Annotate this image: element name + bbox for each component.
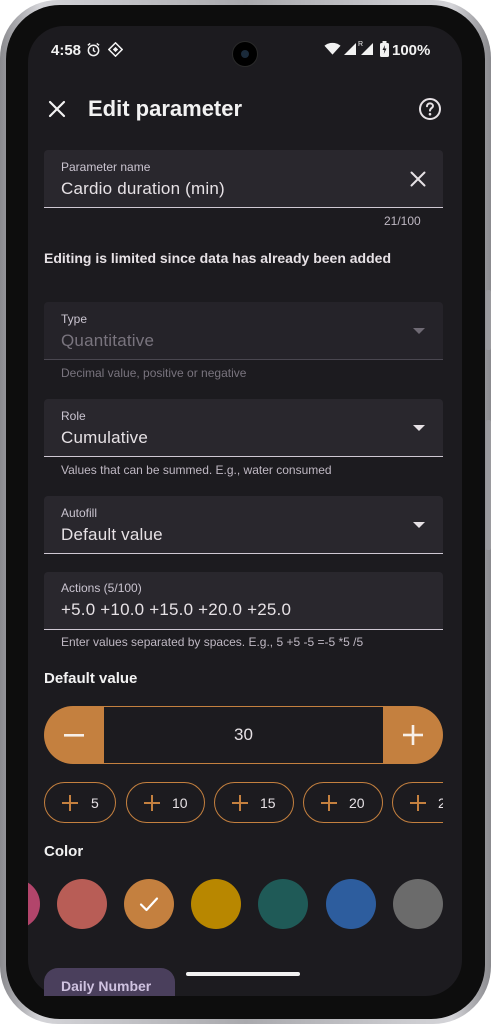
color-swatch[interactable] — [57, 879, 107, 929]
plus-icon — [232, 795, 248, 811]
quick-add-chip[interactable]: 5 — [44, 782, 116, 823]
quick-add-chip[interactable]: 15 — [214, 782, 294, 823]
category-chip-label: Daily Number — [61, 978, 152, 994]
plus-icon — [144, 795, 160, 811]
volume-button — [486, 290, 491, 350]
color-swatch[interactable] — [393, 879, 443, 929]
color-swatch[interactable] — [326, 879, 376, 929]
chip-label: 15 — [260, 795, 276, 811]
color-swatch[interactable] — [258, 879, 308, 929]
quick-add-chips: 5 10 15 20 2 — [28, 26, 443, 826]
plus-icon — [62, 795, 78, 811]
color-swatch[interactable] — [28, 879, 40, 929]
category-chip[interactable]: Daily Number — [44, 968, 175, 996]
power-button — [486, 420, 491, 550]
color-swatch-selected[interactable] — [124, 879, 174, 929]
quick-add-chip[interactable]: 2 — [392, 782, 443, 823]
home-indicator[interactable] — [186, 972, 300, 976]
quick-add-chip[interactable]: 10 — [126, 782, 205, 823]
color-swatch[interactable] — [191, 879, 241, 929]
quick-add-chip[interactable]: 20 — [303, 782, 383, 823]
chip-label: 20 — [349, 795, 365, 811]
chip-label: 5 — [91, 795, 99, 811]
plus-icon — [410, 795, 426, 811]
plus-icon — [321, 795, 337, 811]
chip-label: 2 — [438, 795, 443, 811]
app-screen: 4:58 R 100% Edit parameter Parameter nam… — [28, 26, 462, 996]
color-title: Color — [44, 843, 84, 860]
chip-label: 10 — [172, 795, 188, 811]
